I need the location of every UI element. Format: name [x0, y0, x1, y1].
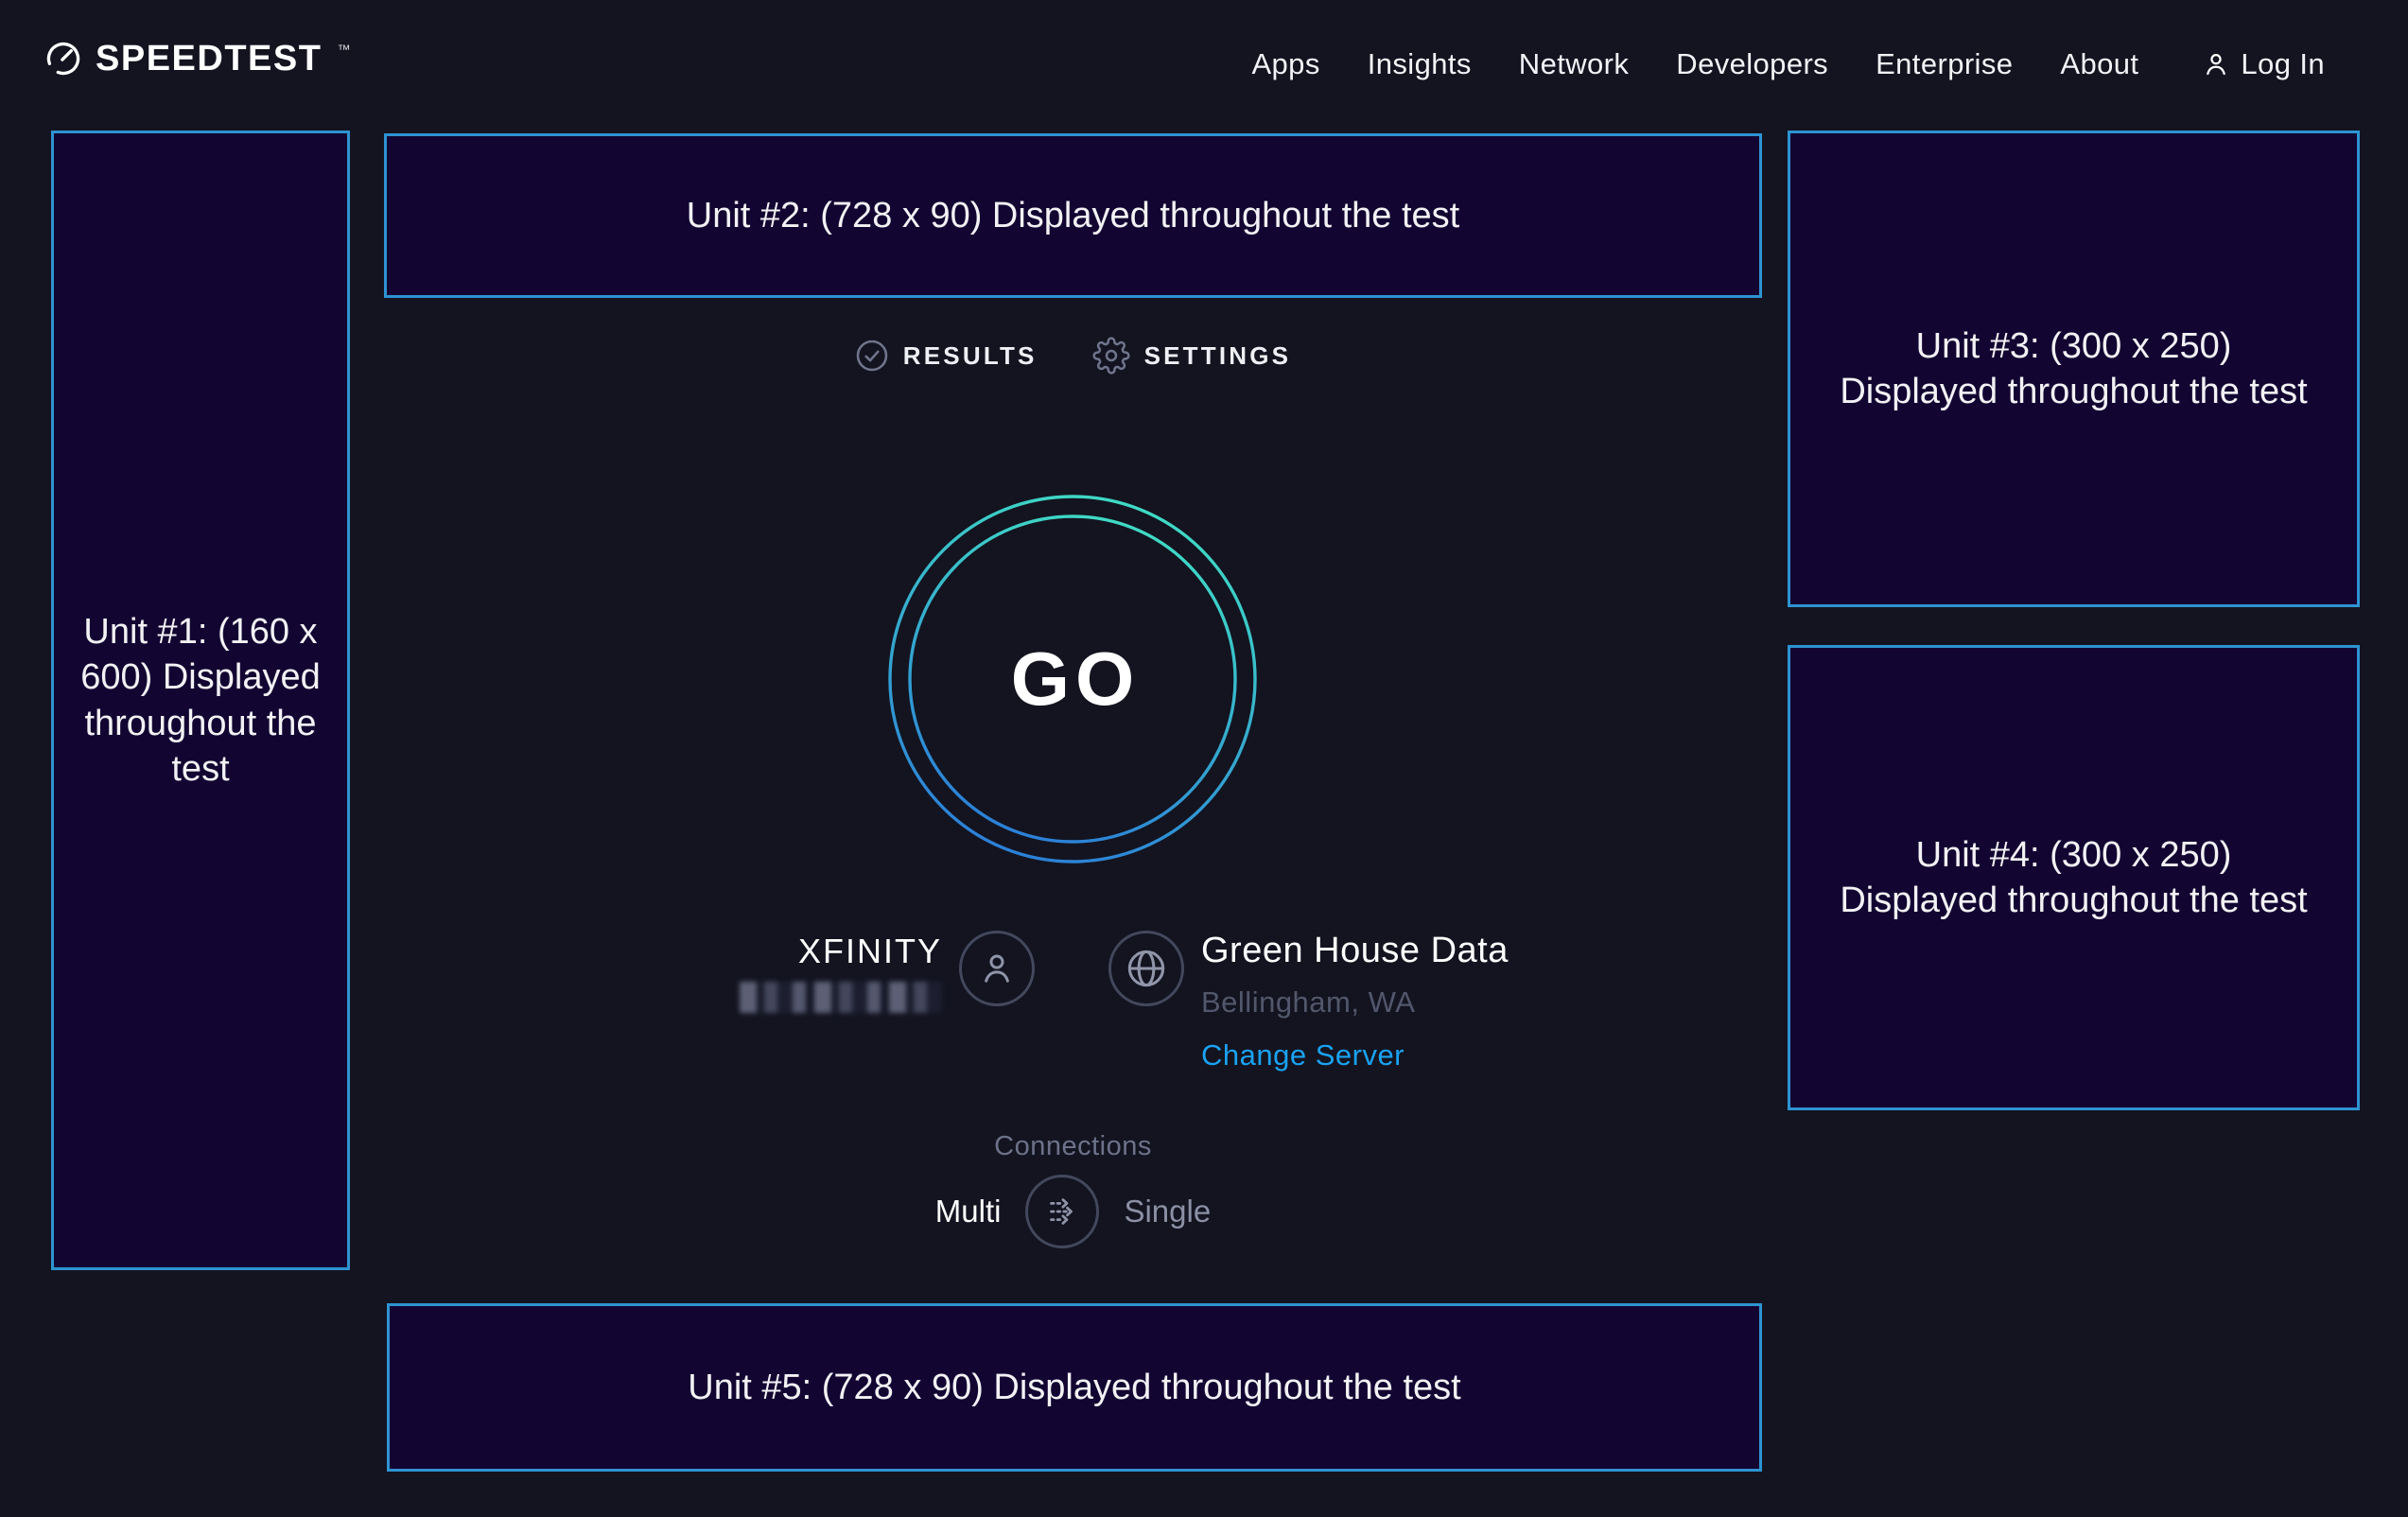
tab-settings[interactable]: SETTINGS: [1092, 337, 1292, 375]
server-block: Green House Data Bellingham, WA Change S…: [1108, 931, 1509, 1072]
go-label: GO: [883, 490, 1262, 868]
nav-menu: Apps Insights Network Developers Enterpr…: [1251, 0, 2325, 129]
change-server-link[interactable]: Change Server: [1201, 1038, 1509, 1072]
connections-toggle[interactable]: [1025, 1175, 1099, 1248]
nav-item-about[interactable]: About: [2060, 47, 2138, 81]
isp-redacted-text: [740, 982, 942, 1013]
globe-icon: [1125, 947, 1168, 990]
check-circle-icon: [855, 339, 889, 373]
nav-item-login[interactable]: Log In: [2201, 47, 2325, 81]
login-label: Log In: [2241, 47, 2325, 81]
connections-multi-label[interactable]: Multi: [935, 1194, 1002, 1229]
ad-unit-4: Unit #4: (300 x 250) Displayed throughou…: [1788, 645, 2360, 1110]
brand-wordmark: SPEEDTEST: [96, 41, 322, 77]
isp-block: XFINITY: [740, 931, 1035, 1013]
ad-unit-1: Unit #1: (160 x 600) Displayed throughou…: [51, 131, 350, 1270]
nav-item-network[interactable]: Network: [1519, 47, 1630, 81]
nav-item-developers[interactable]: Developers: [1676, 47, 1828, 81]
ad-unit-2-label: Unit #2: (728 x 90) Displayed throughout…: [687, 193, 1459, 238]
connections-label: Connections: [384, 1131, 1762, 1162]
connections-single-label[interactable]: Single: [1124, 1194, 1211, 1229]
user-icon: [2201, 49, 2231, 79]
trademark-symbol: ™: [337, 42, 350, 57]
server-name: Green House Data: [1201, 931, 1509, 972]
tab-results-label: RESULTS: [903, 341, 1038, 371]
multi-connections-arrows-icon: [1040, 1190, 1084, 1233]
nav-item-enterprise[interactable]: Enterprise: [1876, 47, 2013, 81]
isp-name: XFINITY: [798, 933, 942, 970]
tab-bar: RESULTS SETTINGS: [384, 337, 1762, 375]
tab-results[interactable]: RESULTS: [855, 337, 1038, 375]
user-icon: [976, 948, 1018, 989]
server-globe-badge: [1108, 931, 1184, 1006]
nav-item-apps[interactable]: Apps: [1251, 47, 1319, 81]
isp-user-badge: [959, 931, 1035, 1006]
gear-icon: [1092, 337, 1130, 375]
ad-unit-4-label: Unit #4: (300 x 250) Displayed throughou…: [1834, 832, 2313, 924]
nav-item-insights[interactable]: Insights: [1368, 47, 1472, 81]
brand-logo[interactable]: SPEEDTEST ™: [44, 40, 348, 78]
top-nav: SPEEDTEST ™ Apps Insights Network Develop…: [0, 0, 2408, 129]
ad-unit-1-label: Unit #1: (160 x 600) Displayed throughou…: [77, 609, 324, 792]
ad-unit-3: Unit #3: (300 x 250) Displayed throughou…: [1788, 131, 2360, 607]
tab-settings-label: SETTINGS: [1144, 341, 1292, 371]
server-location: Bellingham, WA: [1201, 985, 1509, 1020]
ad-unit-5-label: Unit #5: (728 x 90) Displayed throughout…: [688, 1365, 1460, 1410]
ad-unit-2: Unit #2: (728 x 90) Displayed throughout…: [384, 133, 1762, 298]
ad-unit-5: Unit #5: (728 x 90) Displayed throughout…: [387, 1303, 1762, 1472]
ad-unit-3-label: Unit #3: (300 x 250) Displayed throughou…: [1834, 323, 2313, 415]
connections-row: Multi Single: [384, 1175, 1762, 1248]
speedtest-gauge-icon: [44, 40, 82, 78]
go-button[interactable]: GO: [883, 490, 1262, 868]
speedtest-page: SPEEDTEST ™ Apps Insights Network Develop…: [0, 0, 2408, 1517]
